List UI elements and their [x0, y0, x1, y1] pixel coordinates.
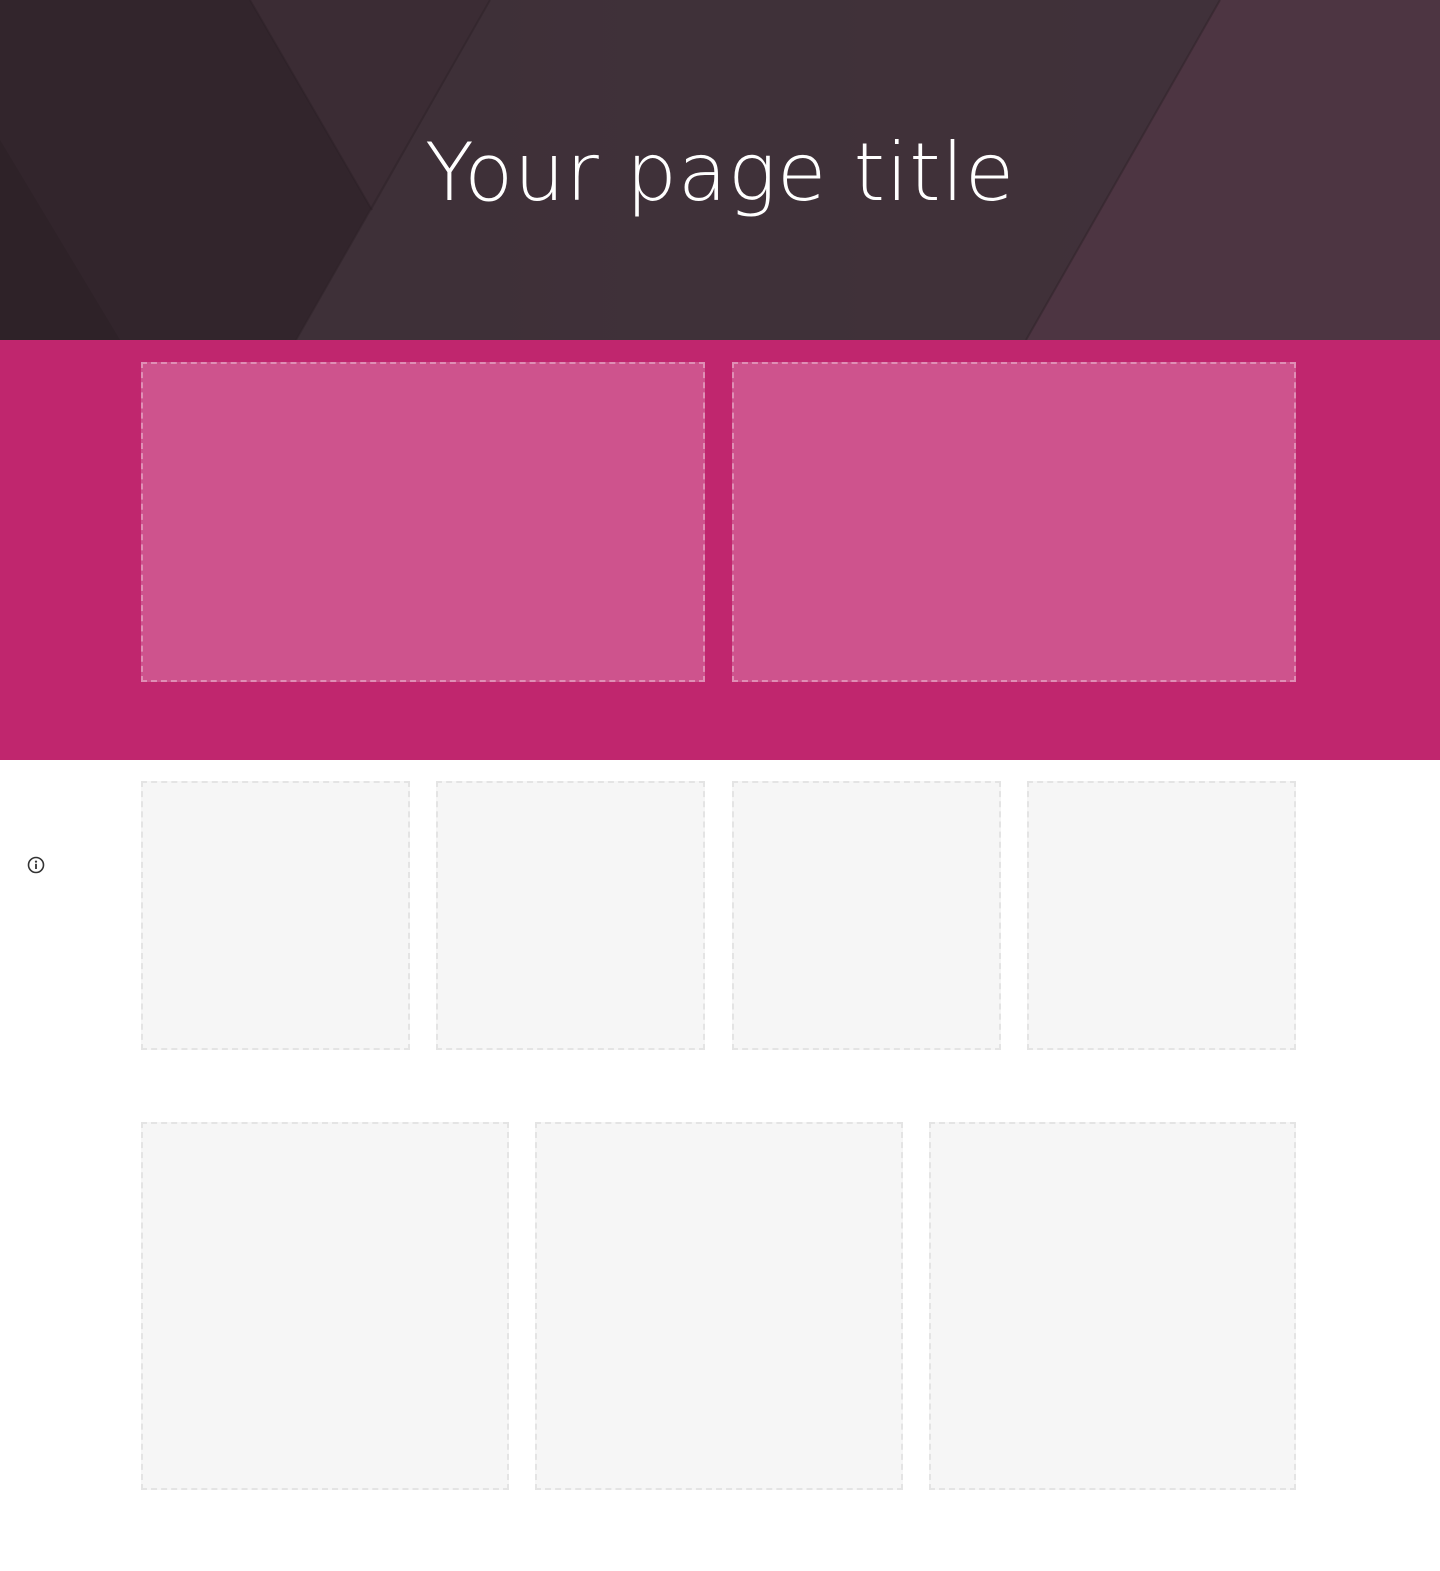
featured-band: [0, 340, 1440, 760]
content-card-placeholder: [436, 781, 705, 1050]
content-card-placeholder: [1027, 781, 1296, 1050]
content-card-placeholder: [535, 1122, 903, 1490]
info-icon[interactable]: [26, 855, 46, 875]
content-card-placeholder: [141, 781, 410, 1050]
featured-card-placeholder: [141, 362, 705, 682]
page: Your page title: [0, 0, 1440, 1571]
hero-banner: Your page title: [0, 0, 1440, 340]
content-card-placeholder: [732, 781, 1001, 1050]
content-card-placeholder: [141, 1122, 509, 1490]
featured-card-placeholder: [732, 362, 1296, 682]
content-card-placeholder: [929, 1122, 1296, 1490]
page-title: Your page title: [424, 126, 1016, 219]
